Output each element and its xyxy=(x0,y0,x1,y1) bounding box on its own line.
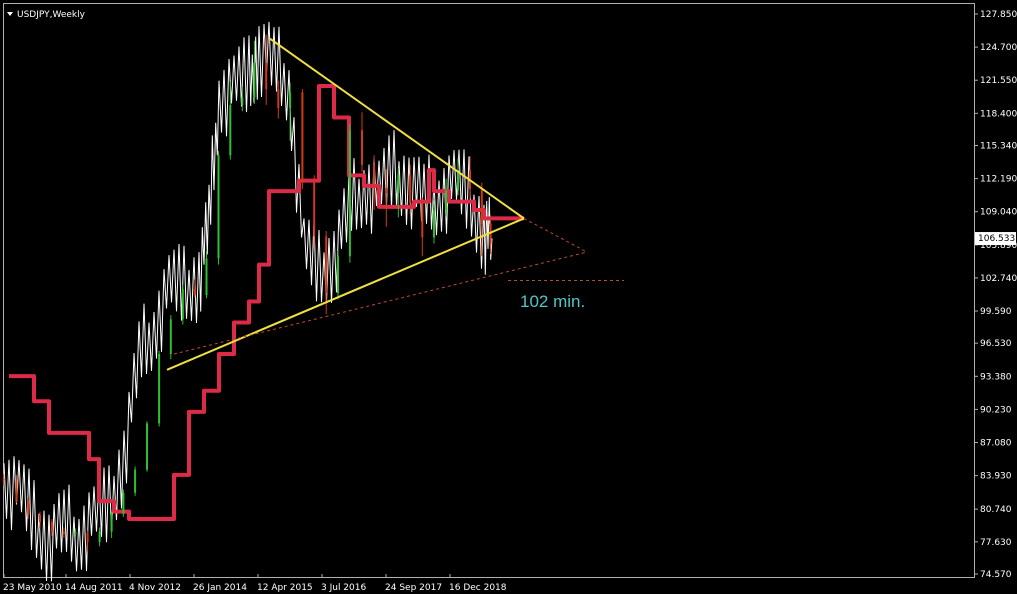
plot-frame xyxy=(3,3,975,578)
x-axis: 23 May 2010 14 Aug 2011 4 Nov 2012 26 Jan 2… xyxy=(3,574,507,593)
y-tick-label: 87.080 xyxy=(980,439,1012,449)
y-tick-label: 90.230 xyxy=(980,405,1012,415)
symbol-title[interactable]: USDJPY,Weekly xyxy=(7,10,86,20)
candle-body xyxy=(158,354,161,424)
candle-body xyxy=(325,236,328,294)
candle-body xyxy=(265,62,268,90)
y-tick-label: 109.040 xyxy=(980,208,1017,218)
candle-body xyxy=(361,130,363,165)
candle-body xyxy=(86,532,89,543)
y-tick-label: 102.740 xyxy=(980,274,1017,284)
y-tick-label: 127.850 xyxy=(980,10,1017,20)
x-tick-label: 24 Sep 2017 xyxy=(385,583,442,593)
candle-body xyxy=(110,513,113,532)
candle-body xyxy=(74,532,77,534)
candle-body xyxy=(15,480,18,501)
y-tick-label: 124.700 xyxy=(980,43,1017,53)
candle-body xyxy=(480,189,483,224)
candle-body xyxy=(385,187,388,194)
y-tick-label: 112.190 xyxy=(980,175,1017,185)
candle-body xyxy=(421,202,424,238)
candle-body xyxy=(313,182,316,237)
x-tick-label: 16 Dec 2018 xyxy=(449,583,507,593)
y-tick-label: 83.930 xyxy=(980,472,1012,482)
candle-body xyxy=(2,479,5,481)
chart-title: USDJPY,Weekly xyxy=(17,10,86,20)
candle-body xyxy=(348,130,351,257)
candle-body xyxy=(373,164,376,188)
candle-body xyxy=(409,175,412,203)
y-tick-label: 77.630 xyxy=(980,538,1012,548)
current-price-label: 106.533 xyxy=(978,234,1015,244)
candle-body xyxy=(193,288,196,296)
series-layer xyxy=(3,21,524,582)
x-tick-label: 23 May 2010 xyxy=(3,583,62,593)
x-tick-label: 14 Aug 2011 xyxy=(65,583,123,593)
y-tick-label: 74.570 xyxy=(980,570,1012,580)
candle-body xyxy=(301,92,304,183)
x-tick-label: 3 Jul 2016 xyxy=(321,583,366,593)
cloud-line-series xyxy=(9,83,524,522)
candle-body xyxy=(397,175,400,194)
x-tick-label: 26 Jan 2014 xyxy=(193,583,247,593)
y-tick-label: 99.590 xyxy=(980,307,1012,317)
y-tick-label: 96.530 xyxy=(980,339,1012,349)
candle-body xyxy=(98,531,101,543)
triangle-upper-projection xyxy=(523,217,588,253)
candle-body xyxy=(217,155,220,259)
candle-body xyxy=(62,531,65,534)
candle-body xyxy=(253,62,256,98)
current-price-badge: 106.533 xyxy=(975,232,1016,246)
candle-body xyxy=(445,190,448,211)
y-tick-label: 115.340 xyxy=(980,141,1017,151)
candle-body xyxy=(229,104,232,156)
candle-body xyxy=(146,423,148,470)
candle-body xyxy=(169,319,172,355)
candle-body xyxy=(181,288,184,320)
y-tick-label: 80.740 xyxy=(980,505,1012,515)
candle-body xyxy=(241,97,244,105)
candle-body xyxy=(289,92,292,109)
x-tick-label: 12 Apr 2015 xyxy=(257,583,313,593)
triangle-lower-line xyxy=(166,217,525,371)
candle-body xyxy=(39,514,41,523)
y-tick-label: 93.380 xyxy=(980,372,1012,382)
candle-body xyxy=(277,89,280,109)
candle-body xyxy=(134,469,137,493)
y-tick-label: 121.550 xyxy=(980,76,1017,86)
candle-body xyxy=(433,210,435,238)
candles-layer xyxy=(2,34,492,552)
price-chart: USDJPY,Weekly 127.850 124.700 121.550 118.4… xyxy=(2,3,1017,593)
candle-body xyxy=(27,500,30,515)
candle-body xyxy=(50,522,53,532)
candle-body xyxy=(122,492,125,514)
y-axis: 127.850 124.700 121.550 118.400 115.340 112.1… xyxy=(974,10,1017,580)
candle-body xyxy=(205,258,208,296)
minimum-annotation: 102 min. xyxy=(520,292,585,311)
x-tick-label: 4 Nov 2012 xyxy=(129,583,181,593)
y-tick-label: 118.400 xyxy=(980,109,1017,119)
dropdown-triangle-icon[interactable] xyxy=(7,12,13,16)
candle-body xyxy=(337,256,339,294)
